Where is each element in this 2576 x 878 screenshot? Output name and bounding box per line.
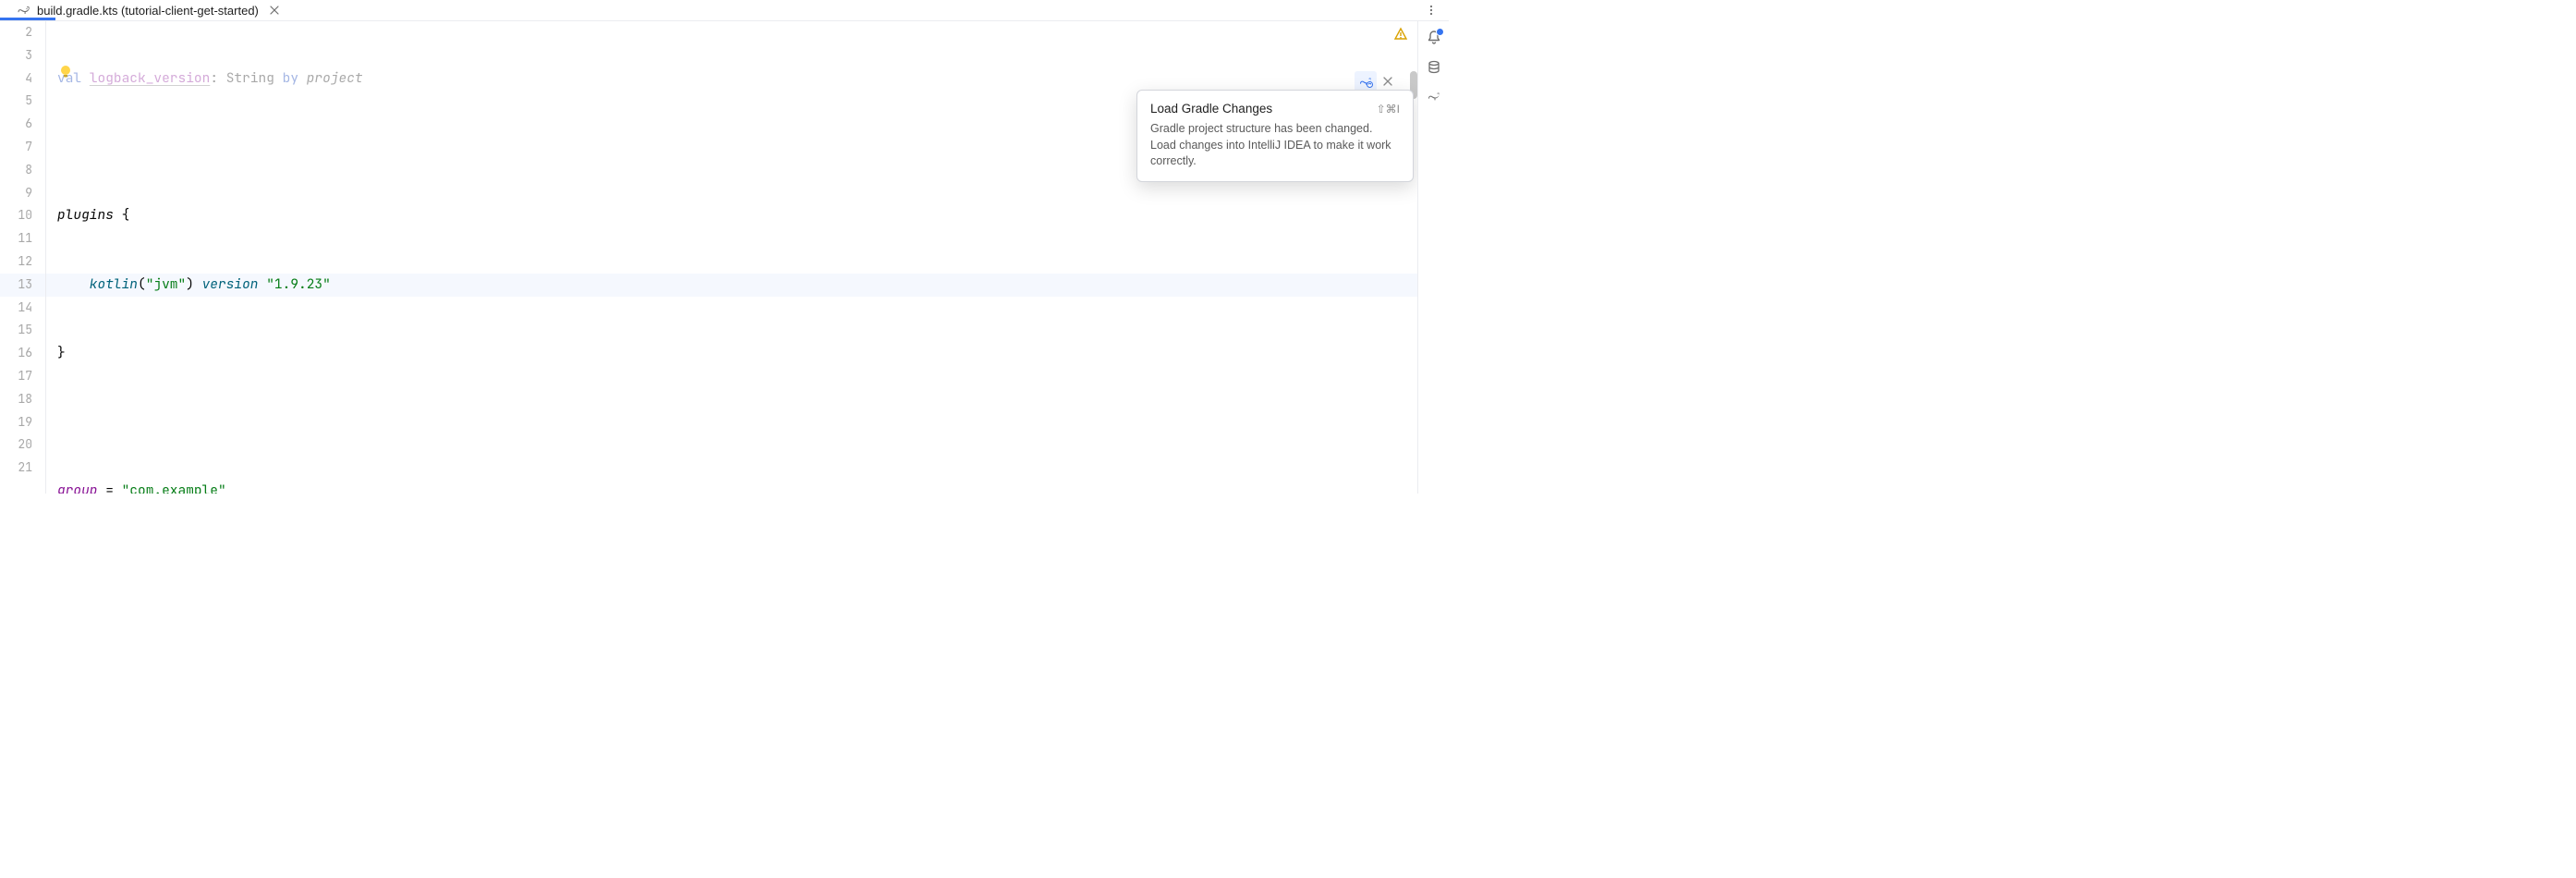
line-number: 11 <box>0 227 32 250</box>
line-number: 16 <box>0 342 32 365</box>
popover-title: Load Gradle Changes <box>1150 102 1272 116</box>
warning-indicator-icon[interactable] <box>1393 27 1408 42</box>
database-icon[interactable] <box>1423 56 1445 79</box>
line-number: 2 <box>0 21 32 44</box>
gradle-reload-banner <box>1355 71 1397 91</box>
line-number: 8 <box>0 159 32 182</box>
intention-bulb-icon[interactable] <box>58 64 73 79</box>
line-number: 19 <box>0 411 32 434</box>
close-tab-icon[interactable] <box>268 4 281 17</box>
line-number: 5 <box>0 90 32 113</box>
load-gradle-popover: Load Gradle Changes ⇧⌘I Gradle project s… <box>1136 90 1414 182</box>
file-tab-label: build.gradle.kts (tutorial-client-get-st… <box>37 4 259 18</box>
popover-shortcut: ⇧⌘I <box>1377 103 1400 116</box>
gradle-toolwindow-icon[interactable] <box>1423 86 1445 108</box>
editor[interactable]: 2 3 4 5 6 7 8 9 10 11 12 13 14 15 16 17 … <box>0 21 1417 494</box>
line-number: 18 <box>0 388 32 411</box>
line-number: 6 <box>0 113 32 136</box>
right-toolstrip <box>1417 21 1449 494</box>
line-number: 17 <box>0 365 32 388</box>
tab-more-icon[interactable] <box>1421 0 1441 20</box>
line-number: 20 <box>0 433 32 457</box>
line-number: 13 <box>0 274 32 297</box>
line-gutter: 2 3 4 5 6 7 8 9 10 11 12 13 14 15 16 17 … <box>0 21 46 494</box>
gradle-reload-icon[interactable] <box>1355 71 1377 91</box>
line-number: 12 <box>0 250 32 274</box>
editor-tab-bar: build.gradle.kts (tutorial-client-get-st… <box>0 0 1449 21</box>
file-tab[interactable]: build.gradle.kts (tutorial-client-get-st… <box>7 0 290 21</box>
line-number: 10 <box>0 204 32 227</box>
gradle-file-icon <box>17 3 31 18</box>
line-number: 7 <box>0 136 32 159</box>
notifications-icon[interactable] <box>1423 27 1445 49</box>
line-number: 15 <box>0 319 32 342</box>
popover-body: Gradle project structure has been change… <box>1150 121 1400 170</box>
line-number: 3 <box>0 44 32 67</box>
line-number: 14 <box>0 297 32 320</box>
line-number: 21 <box>0 457 32 480</box>
line-number: 9 <box>0 182 32 205</box>
gradle-reload-close-icon[interactable] <box>1379 72 1397 91</box>
line-number: 4 <box>0 67 32 91</box>
